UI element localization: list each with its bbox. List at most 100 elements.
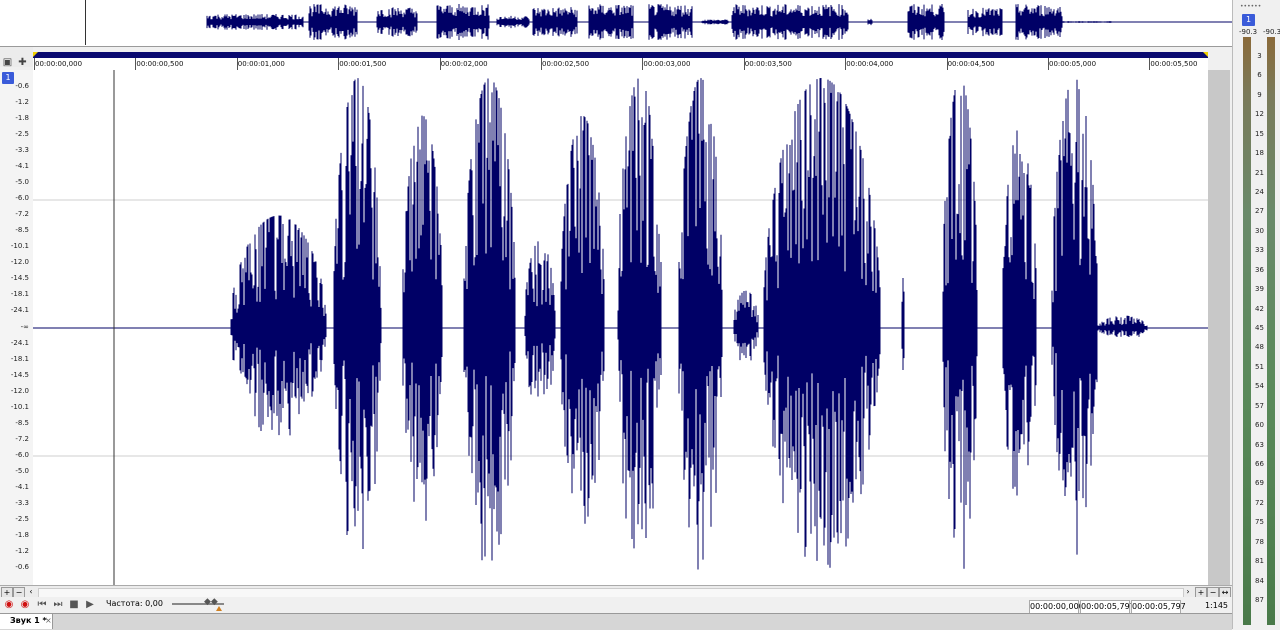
meter-label: 15 — [1255, 129, 1264, 138]
db-label: -1.2 — [15, 546, 29, 555]
db-label: -2.5 — [15, 514, 29, 523]
db-label: -6.0 — [15, 194, 29, 203]
meter-channel-badge[interactable]: 1 — [1242, 14, 1255, 26]
overview-cursor[interactable] — [85, 0, 86, 45]
loop-end-marker[interactable] — [1203, 52, 1208, 57]
db-label: -4.1 — [15, 482, 29, 491]
meter-label: 57 — [1255, 401, 1264, 410]
db-label: -10.1 — [10, 402, 29, 411]
db-label: -24.1 — [10, 306, 29, 315]
waveform-end-region — [1208, 70, 1230, 585]
ruler-label: 00:00:05,000 — [1049, 60, 1097, 68]
db-label: -12.0 — [10, 258, 29, 267]
db-label: -5.0 — [15, 466, 29, 475]
meter-label: 39 — [1255, 285, 1264, 294]
db-label: -2.5 — [15, 130, 29, 139]
peak-left[interactable]: -90.3 — [1239, 28, 1257, 36]
meter-options-icon[interactable]: •••••• — [1240, 3, 1261, 10]
ruler-label: 00:00:03,500 — [744, 60, 792, 68]
ruler-label: 00:00:00,000 — [35, 60, 83, 68]
document-tab-bar — [0, 613, 1232, 630]
meter-label: 69 — [1255, 479, 1264, 488]
overview-waveform[interactable] — [0, 0, 1232, 46]
db-label: -24.1 — [10, 338, 29, 347]
meter-label: 36 — [1255, 265, 1264, 274]
scroll-left-icon[interactable]: ‹ — [26, 587, 36, 597]
lock-icon[interactable]: ▣ — [2, 57, 13, 68]
peak-right[interactable]: -90.3 — [1263, 28, 1280, 36]
ruler-label: 00:00:01,000 — [237, 60, 285, 68]
db-label: -5.0 — [15, 178, 29, 187]
meter-label: 9 — [1257, 90, 1262, 99]
tab-label: Звук 1 * — [10, 616, 47, 625]
meter-label: 3 — [1257, 52, 1262, 60]
db-label: -4.1 — [15, 162, 29, 171]
meter-label: 18 — [1255, 149, 1264, 158]
meter-label: 72 — [1255, 498, 1264, 507]
meter-label: 48 — [1255, 343, 1264, 352]
meter-label: 87 — [1255, 596, 1264, 604]
db-label: -14.5 — [10, 274, 29, 283]
record-icon[interactable]: ◉ — [3, 599, 15, 611]
rate-label: Частота: 0,00 — [106, 599, 163, 608]
db-label: -18.1 — [10, 290, 29, 299]
selection-end-field[interactable]: 00:00:05,797 — [1080, 600, 1135, 614]
db-label: -18.1 — [10, 354, 29, 363]
meter-label: 21 — [1255, 168, 1264, 177]
db-label: -12.0 — [10, 386, 29, 395]
ruler-label: 00:00:04,500 — [947, 60, 995, 68]
db-label: -14.5 — [10, 370, 29, 379]
scroll-right-icon[interactable]: › — [1183, 587, 1193, 597]
db-label: -7.2 — [15, 434, 29, 443]
db-label: -0.6 — [15, 82, 29, 90]
meter-bar-right — [1267, 37, 1275, 625]
meter-label: 54 — [1255, 382, 1264, 391]
meter-label: 81 — [1255, 557, 1264, 566]
meter-label: 78 — [1255, 537, 1264, 546]
db-label: -1.2 — [15, 98, 29, 107]
rate-center-marker — [216, 606, 222, 611]
meter-label: 66 — [1255, 460, 1264, 468]
meter-label: 60 — [1255, 421, 1264, 430]
meter-label: 42 — [1255, 304, 1264, 313]
ruler-label: 00:00:03,000 — [643, 60, 691, 68]
go-to-start-icon[interactable]: ⏮ — [36, 599, 48, 611]
db-label: -1.8 — [15, 114, 29, 123]
db-label: -∞ — [20, 322, 29, 331]
db-label: -8.5 — [15, 226, 29, 235]
db-label: -0.6 — [15, 563, 29, 571]
meter-label: 30 — [1255, 226, 1264, 235]
meter-bar-left — [1243, 37, 1251, 625]
ruler-label: 00:00:04,000 — [846, 60, 894, 68]
tab-close-icon[interactable]: × — [45, 616, 52, 625]
meter-label: 6 — [1257, 71, 1262, 80]
db-label: -1.8 — [15, 530, 29, 539]
ruler-label: 00:00:02,500 — [542, 60, 590, 68]
ruler-label: 00:00:01,500 — [339, 60, 387, 68]
meter-label: 84 — [1255, 576, 1264, 585]
ruler-label: 00:00:02,000 — [440, 60, 488, 68]
db-label: -10.1 — [10, 242, 29, 251]
ruler-label: 00:00:00,500 — [136, 60, 184, 68]
record-loop-icon[interactable]: ◉ — [19, 599, 31, 611]
zoom-ratio: 1:145 — [1204, 601, 1228, 610]
meter-label: 45 — [1255, 324, 1264, 332]
selection-length-field[interactable]: 00:00:05,797 — [1131, 600, 1186, 614]
play-icon[interactable]: ▶ — [84, 599, 96, 611]
db-label: -8.5 — [15, 418, 29, 427]
waveform[interactable] — [33, 70, 1230, 585]
meter-label: 33 — [1255, 246, 1264, 255]
stop-icon[interactable]: ■ — [68, 599, 80, 611]
meter-label: 27 — [1255, 207, 1264, 216]
selection-start-field[interactable]: 00:00:00,000 — [1029, 600, 1084, 614]
db-label: -3.3 — [15, 498, 29, 507]
play-from-start-icon[interactable]: ⏭ — [52, 599, 64, 611]
db-label: -6.0 — [15, 450, 29, 459]
loop-start-marker[interactable] — [33, 52, 38, 57]
meter-label: 63 — [1255, 440, 1264, 449]
snap-icon[interactable]: ✚ — [17, 57, 28, 68]
db-label: -3.3 — [15, 146, 29, 155]
ruler-label: 00:00:05,500 — [1150, 60, 1198, 68]
meter-label: 24 — [1255, 188, 1264, 196]
meter-label: 51 — [1255, 362, 1264, 371]
